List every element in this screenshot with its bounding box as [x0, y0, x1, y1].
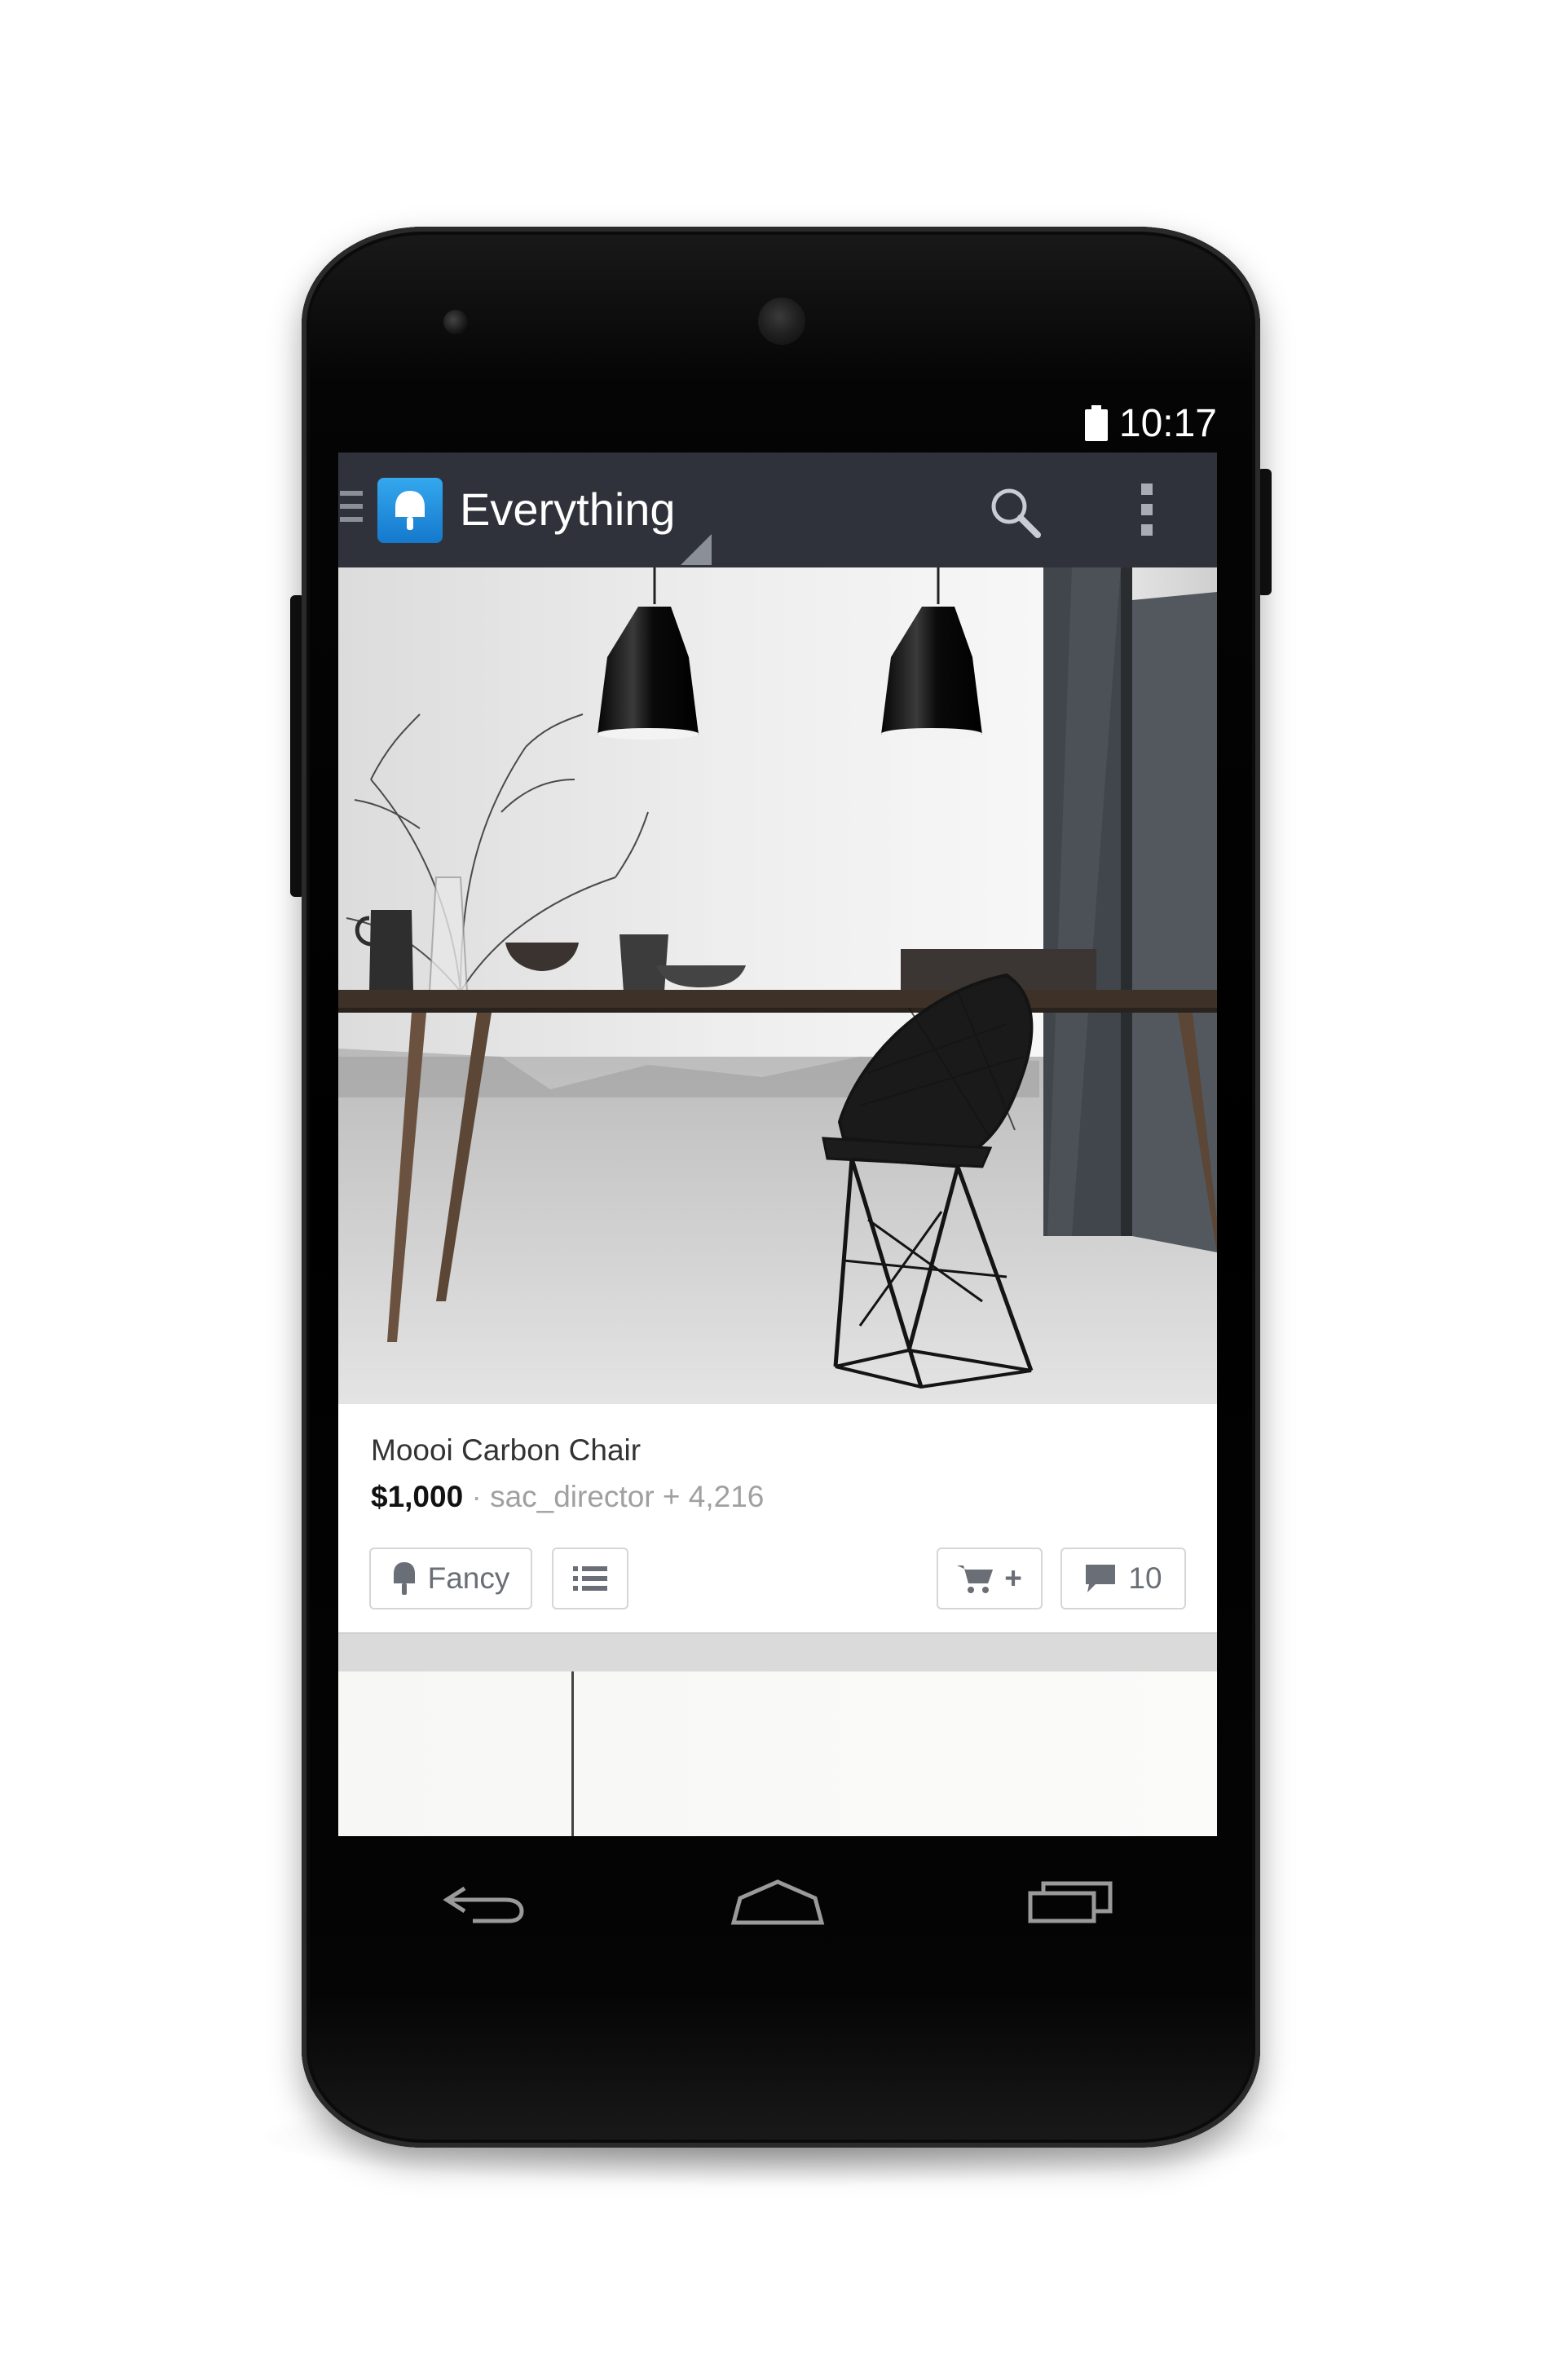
feed-title-spinner[interactable]: Everything	[460, 484, 676, 536]
home-icon	[730, 1879, 825, 1925]
overflow-menu-icon[interactable]	[1141, 484, 1154, 537]
back-button[interactable]	[428, 1869, 542, 1934]
recent-apps-icon	[1028, 1881, 1113, 1923]
earpiece-speaker	[758, 298, 805, 345]
next-product-photo[interactable]	[338, 1671, 1217, 1836]
product-photo[interactable]	[338, 567, 1217, 1404]
cart-plus-sign: +	[1004, 1561, 1022, 1595]
search-icon[interactable]	[986, 484, 1043, 541]
fancy-button-label: Fancy	[427, 1561, 510, 1595]
fancy-logo-icon[interactable]	[377, 478, 443, 543]
app-screen: Everything Moooi Carbon Chair $1,000 · s…	[338, 453, 1217, 1836]
battery-icon	[1084, 405, 1108, 441]
product-byline[interactable]: sac_director + 4,216	[490, 1480, 764, 1513]
home-button[interactable]	[721, 1869, 835, 1934]
fancy-button[interactable]: Fancy	[369, 1548, 532, 1609]
comments-button[interactable]: 10	[1060, 1548, 1186, 1609]
product-card: Moooi Carbon Chair $1,000 · sac_director…	[338, 1404, 1217, 1632]
status-bar: 10:17	[338, 394, 1217, 453]
product-price: $1,000	[371, 1480, 464, 1513]
add-to-cart-button[interactable]: +	[937, 1548, 1043, 1609]
navigation-drawer-icon[interactable]	[340, 491, 363, 527]
action-bar: Everything	[338, 453, 1217, 567]
cart-icon	[957, 1565, 994, 1593]
spinner-indicator-icon	[681, 534, 712, 565]
list-icon	[573, 1566, 607, 1591]
back-icon	[442, 1886, 524, 1923]
price-line: $1,000 · sac_director + 4,216	[371, 1480, 764, 1514]
comment-count: 10	[1128, 1561, 1162, 1595]
navigation-bar	[338, 1836, 1217, 1967]
front-camera	[443, 310, 468, 334]
recent-apps-button[interactable]	[1013, 1869, 1127, 1934]
card-divider	[338, 1632, 1217, 1673]
popsicle-icon	[395, 491, 425, 530]
add-to-list-button[interactable]	[552, 1548, 628, 1609]
separator-dot: ·	[471, 1480, 482, 1513]
popsicle-icon	[393, 1562, 415, 1595]
comment-icon	[1086, 1565, 1116, 1592]
product-name[interactable]: Moooi Carbon Chair	[371, 1433, 641, 1468]
status-time: 10:17	[1118, 401, 1217, 445]
